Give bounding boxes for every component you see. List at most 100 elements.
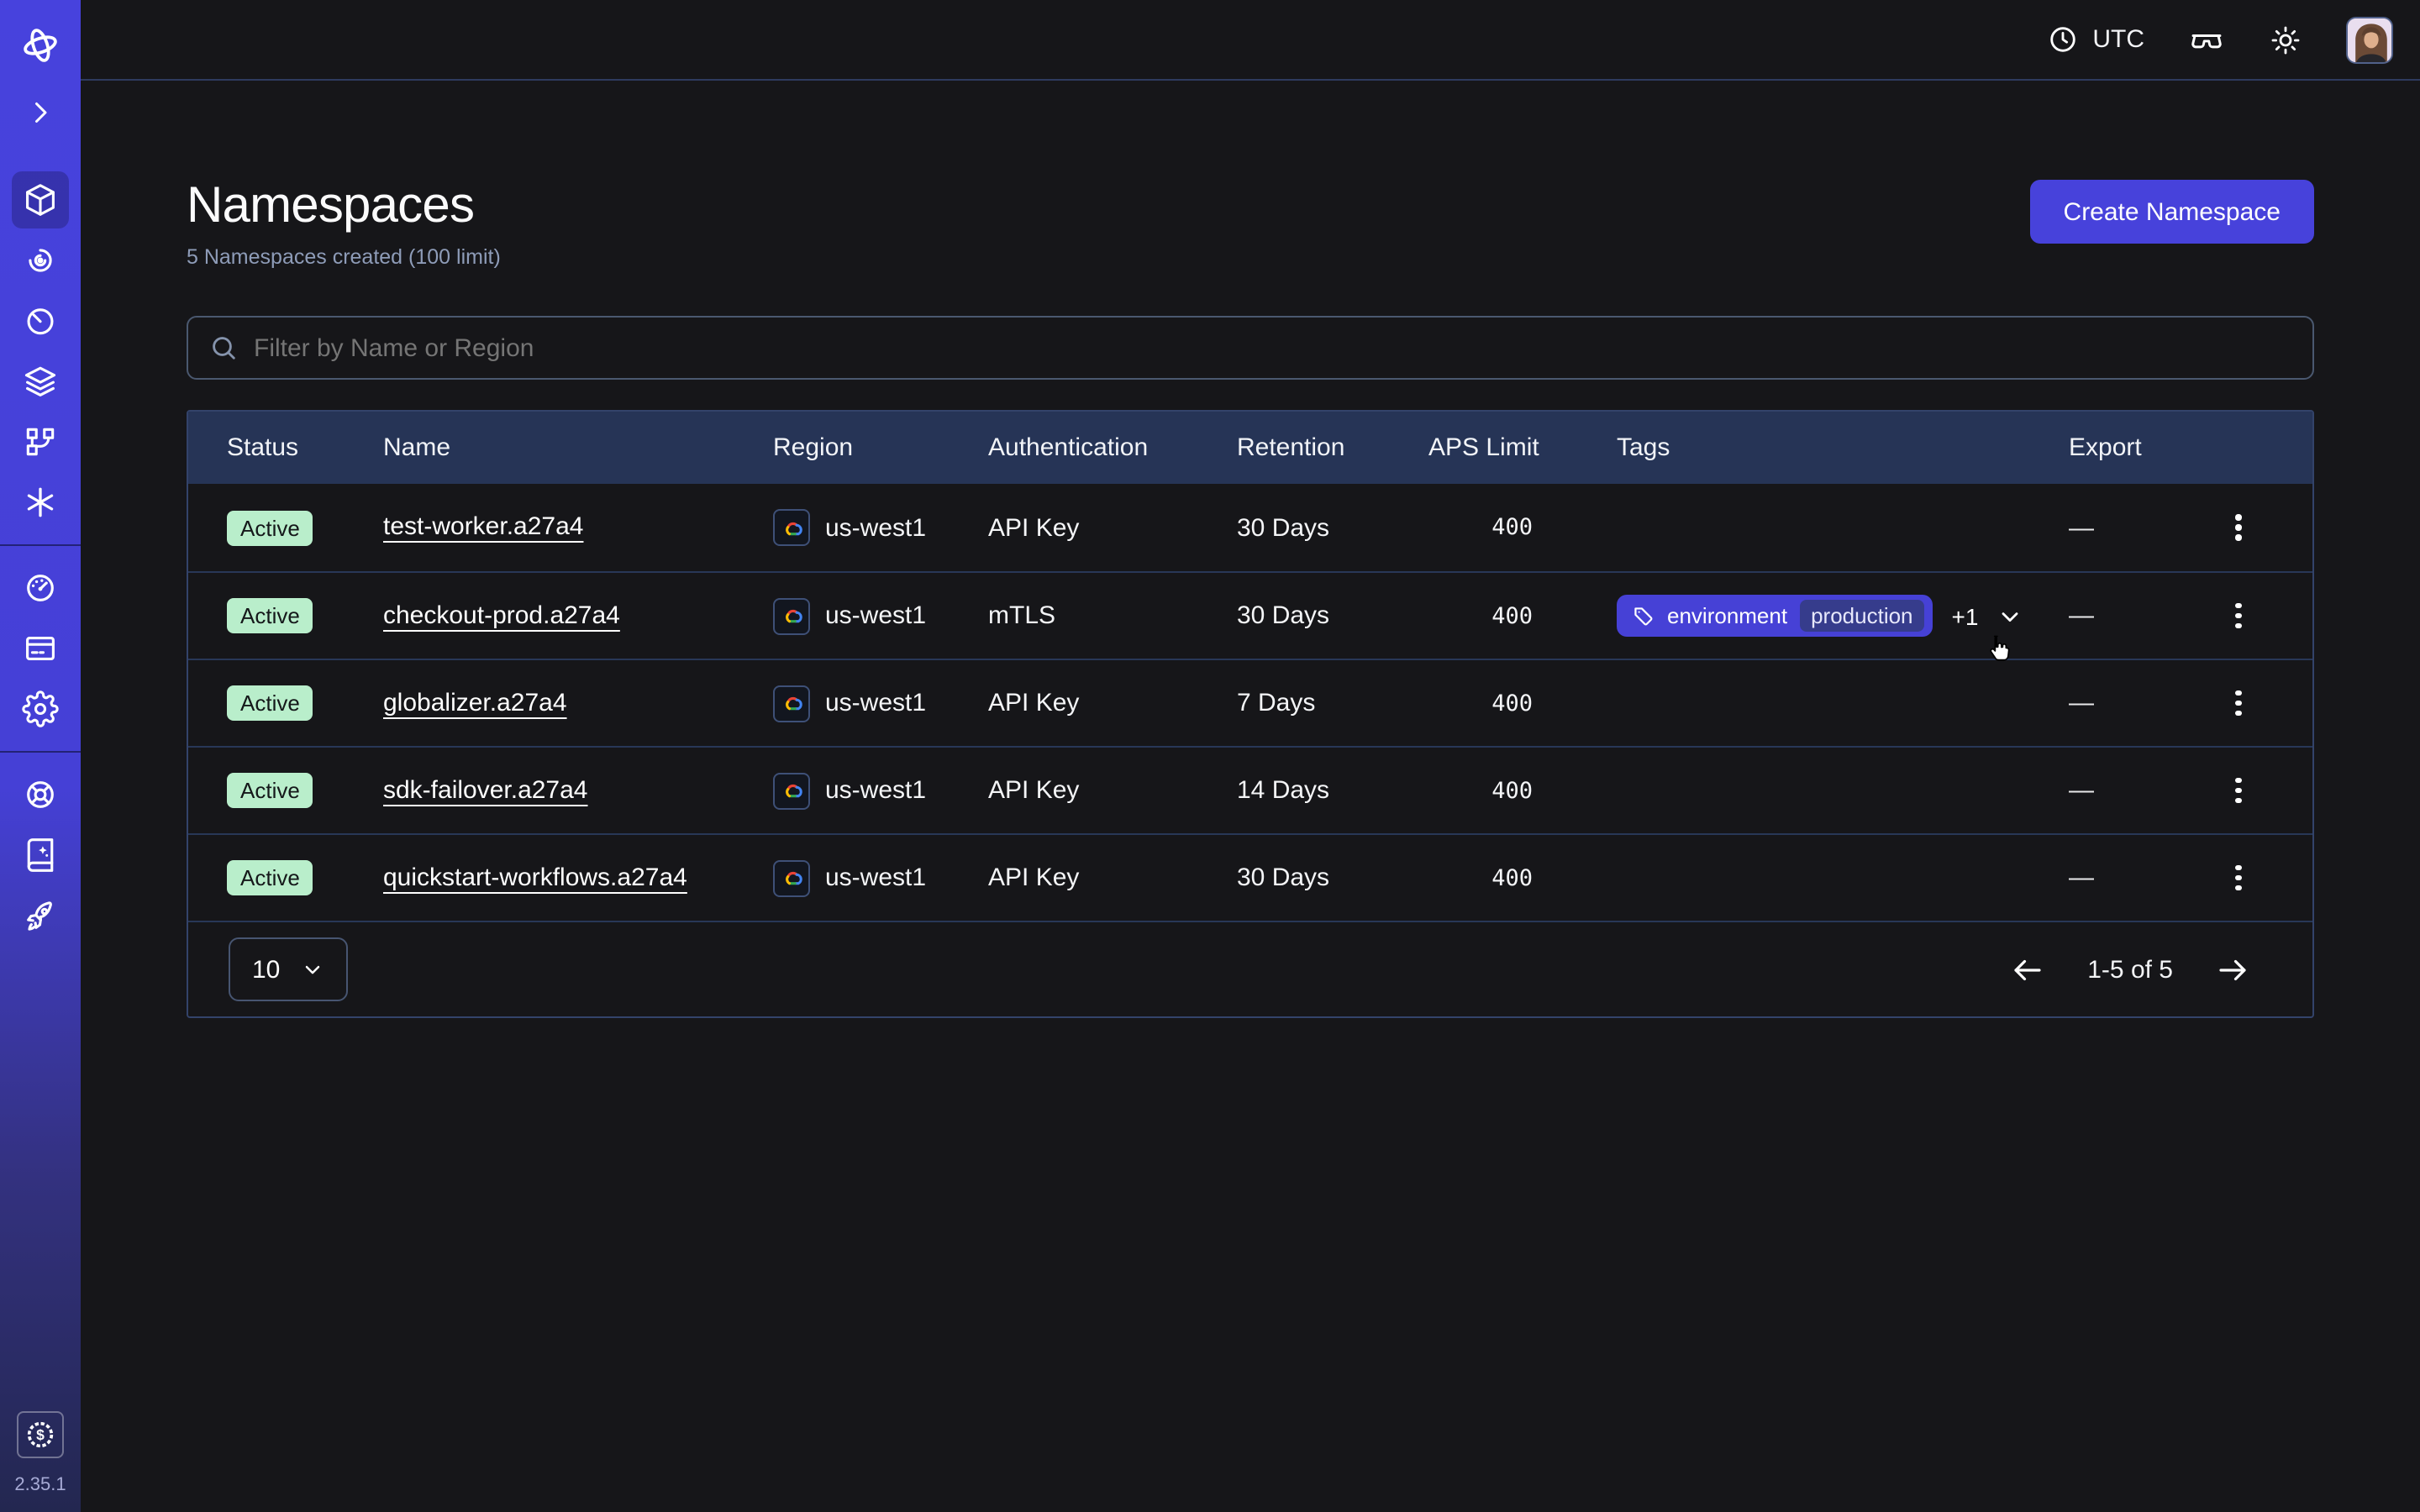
namespace-link[interactable]: globalizer.a27a4 — [383, 688, 567, 717]
auth-label: mTLS — [988, 601, 1237, 630]
plan-button[interactable]: $ — [17, 1411, 64, 1458]
tag-value: production — [1799, 600, 1924, 632]
sidebar-item-task-queues[interactable] — [12, 353, 69, 410]
pagination-bar: 10 1-5 of 5 — [188, 921, 2312, 1016]
timezone-label: UTC — [2092, 25, 2144, 54]
tag-key: environment — [1667, 603, 1787, 628]
namespace-link[interactable]: sdk-failover.a27a4 — [383, 775, 588, 804]
status-badge: Active — [227, 510, 313, 545]
sidebar-item-settings[interactable] — [12, 680, 69, 738]
table-body: Active test-worker.a27a4 us-west1 API Ke… — [188, 484, 2312, 921]
labs-toggle-button[interactable] — [2188, 21, 2225, 58]
column-header-aps-limit: APS Limit — [1428, 433, 1617, 462]
timer-icon — [22, 302, 59, 339]
namespace-link[interactable]: checkout-prod.a27a4 — [383, 601, 620, 629]
region-label: us-west1 — [825, 513, 926, 542]
export-label: — — [2069, 864, 2222, 892]
theme-toggle-button[interactable] — [2269, 23, 2302, 56]
sidebar-item-getting-started[interactable] — [12, 887, 69, 944]
sidebar-item-docs[interactable] — [12, 827, 69, 884]
main-content: Namespaces 5 Namespaces created (100 lim… — [81, 82, 2420, 1512]
table-row: Active test-worker.a27a4 us-west1 API Ke… — [188, 484, 2312, 571]
tags-more: +1 — [1952, 602, 1979, 629]
avatar-image — [2348, 18, 2393, 63]
auth-label: API Key — [988, 513, 1237, 542]
sidebar-item-workflows[interactable] — [12, 232, 69, 289]
sidebar-item-namespaces[interactable] — [12, 171, 69, 228]
page-size-value: 10 — [252, 955, 280, 984]
google-cloud-icon — [773, 772, 810, 809]
tags-expand-chevron-icon[interactable] — [1996, 602, 2023, 629]
row-actions-menu[interactable] — [2222, 507, 2255, 548]
table-row: Active sdk-failover.a27a4 us-west1 API K… — [188, 746, 2312, 833]
region-label: us-west1 — [825, 864, 926, 892]
retention-label: 30 Days — [1237, 864, 1428, 892]
sidebar-divider — [0, 544, 81, 546]
glasses-icon — [2188, 21, 2225, 58]
sidebar-item-billing[interactable] — [12, 620, 69, 677]
create-namespace-button[interactable]: Create Namespace — [2030, 180, 2314, 244]
sidebar-item-schedules[interactable] — [12, 292, 69, 349]
google-cloud-icon — [773, 597, 810, 634]
export-label: — — [2069, 513, 2222, 542]
book-sparkle-icon — [22, 837, 59, 874]
namespace-link[interactable]: quickstart-workflows.a27a4 — [383, 863, 687, 891]
page-size-select[interactable]: 10 — [229, 937, 347, 1001]
column-header-tags: Tags — [1617, 433, 2069, 462]
retention-label: 7 Days — [1237, 689, 1428, 717]
filter-input[interactable] — [254, 333, 2292, 362]
temporal-logo-icon — [12, 17, 69, 74]
cube-icon — [22, 181, 59, 218]
retention-label: 14 Days — [1237, 776, 1428, 805]
timezone-selector[interactable]: UTC — [2047, 24, 2144, 55]
dollar-seal-icon: $ — [24, 1418, 57, 1452]
column-header-authentication: Authentication — [988, 433, 1237, 462]
search-icon — [208, 333, 239, 363]
region-label: us-west1 — [825, 601, 926, 630]
arrow-left-icon — [2010, 952, 2045, 987]
export-label: — — [2069, 776, 2222, 805]
aps-label: 400 — [1491, 514, 1617, 541]
auth-label: API Key — [988, 864, 1237, 892]
aps-label: 400 — [1491, 690, 1617, 717]
sidebar-item-nexus[interactable] — [12, 474, 69, 531]
sidebar-item-usage[interactable] — [12, 559, 69, 617]
table-header-row: Status Name Region Authentication Retent… — [188, 412, 2312, 484]
lifebuoy-icon — [22, 776, 59, 813]
retention-label: 30 Days — [1237, 513, 1428, 542]
region-label: us-west1 — [825, 776, 926, 805]
row-actions-menu[interactable] — [2222, 770, 2255, 811]
row-actions-menu[interactable] — [2222, 858, 2255, 898]
rocket-icon — [22, 897, 59, 934]
app-root: $ 2.35.1 UTC — [0, 0, 2420, 1512]
billing-card-icon — [22, 630, 59, 667]
user-avatar[interactable] — [2346, 16, 2393, 63]
table-row: Active globalizer.a27a4 us-west1 API Key… — [188, 659, 2312, 746]
status-badge: Active — [227, 860, 313, 895]
sidebar-item-support[interactable] — [12, 766, 69, 823]
auth-label: API Key — [988, 776, 1237, 805]
chevron-down-icon — [300, 958, 324, 981]
table-row: Active checkout-prod.a27a4 us-west1 mTLS… — [188, 571, 2312, 659]
status-badge: Active — [227, 773, 313, 808]
clock-icon — [2047, 24, 2079, 55]
row-actions-menu[interactable] — [2222, 596, 2255, 636]
sidebar-item-deployments[interactable] — [12, 413, 69, 470]
tag-pill[interactable]: environment production — [1617, 595, 1933, 637]
column-header-retention: Retention — [1237, 433, 1428, 462]
next-page-button[interactable] — [2215, 952, 2250, 987]
sun-icon — [2269, 23, 2302, 56]
layers-icon — [22, 363, 59, 400]
status-badge: Active — [227, 598, 313, 633]
sidebar-expand-icon[interactable] — [12, 84, 69, 141]
asterisk-icon — [22, 484, 59, 521]
namespace-link[interactable]: test-worker.a27a4 — [383, 512, 583, 541]
tag-icon — [1632, 604, 1655, 627]
branch-icon — [22, 423, 59, 460]
previous-page-button[interactable] — [2010, 952, 2045, 987]
sidebar-divider — [0, 751, 81, 753]
row-actions-menu[interactable] — [2222, 683, 2255, 723]
export-label: — — [2069, 689, 2222, 717]
page-subtitle: 5 Namespaces created (100 limit) — [187, 245, 501, 269]
export-label: — — [2069, 601, 2222, 630]
